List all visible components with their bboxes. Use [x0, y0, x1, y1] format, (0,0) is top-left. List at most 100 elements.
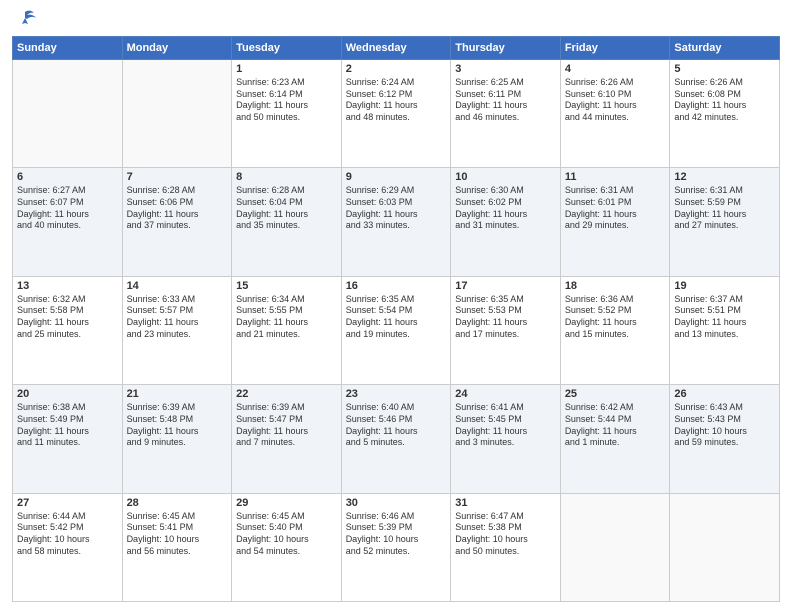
cell-line: Daylight: 11 hours [455, 317, 556, 329]
cell-line: Daylight: 11 hours [236, 100, 337, 112]
calendar-cell: 24Sunrise: 6:41 AMSunset: 5:45 PMDayligh… [451, 385, 561, 493]
cell-line: Sunrise: 6:23 AM [236, 77, 337, 89]
cell-line: and 27 minutes. [674, 220, 775, 232]
calendar-cell: 14Sunrise: 6:33 AMSunset: 5:57 PMDayligh… [122, 276, 232, 384]
cell-line: and 29 minutes. [565, 220, 666, 232]
day-number: 3 [455, 63, 556, 75]
calendar-cell: 29Sunrise: 6:45 AMSunset: 5:40 PMDayligh… [232, 493, 342, 601]
cell-line: Sunrise: 6:46 AM [346, 511, 447, 523]
cell-line: Sunrise: 6:28 AM [236, 185, 337, 197]
page: SundayMondayTuesdayWednesdayThursdayFrid… [0, 0, 792, 612]
cell-line: and 1 minute. [565, 437, 666, 449]
cell-line: Sunrise: 6:31 AM [674, 185, 775, 197]
cell-line: Sunrise: 6:45 AM [127, 511, 228, 523]
cell-line: Sunrise: 6:27 AM [17, 185, 118, 197]
cell-line: Sunset: 6:11 PM [455, 89, 556, 101]
cell-line: Sunset: 6:12 PM [346, 89, 447, 101]
day-number: 20 [17, 388, 118, 400]
cell-line: Sunset: 6:03 PM [346, 197, 447, 209]
cell-line: Sunset: 5:51 PM [674, 305, 775, 317]
cell-line: and 19 minutes. [346, 329, 447, 341]
cell-line: Sunrise: 6:28 AM [127, 185, 228, 197]
calendar-day-header: Wednesday [341, 37, 451, 60]
cell-line: Sunrise: 6:41 AM [455, 402, 556, 414]
day-number: 2 [346, 63, 447, 75]
calendar-day-header: Tuesday [232, 37, 342, 60]
cell-line: Sunset: 6:08 PM [674, 89, 775, 101]
day-number: 14 [127, 280, 228, 292]
cell-line: Sunrise: 6:39 AM [127, 402, 228, 414]
cell-line: Daylight: 11 hours [17, 426, 118, 438]
day-number: 1 [236, 63, 337, 75]
calendar-cell: 7Sunrise: 6:28 AMSunset: 6:06 PMDaylight… [122, 168, 232, 276]
cell-line: and 44 minutes. [565, 112, 666, 124]
cell-line: Daylight: 11 hours [346, 209, 447, 221]
day-number: 12 [674, 171, 775, 183]
calendar-cell: 6Sunrise: 6:27 AMSunset: 6:07 PMDaylight… [13, 168, 123, 276]
cell-line: and 50 minutes. [455, 546, 556, 558]
calendar-cell: 11Sunrise: 6:31 AMSunset: 6:01 PMDayligh… [560, 168, 670, 276]
cell-line: Sunset: 6:10 PM [565, 89, 666, 101]
day-number: 8 [236, 171, 337, 183]
cell-line: Daylight: 11 hours [455, 100, 556, 112]
day-number: 10 [455, 171, 556, 183]
cell-line: Sunrise: 6:30 AM [455, 185, 556, 197]
cell-line: Daylight: 11 hours [236, 317, 337, 329]
calendar-cell: 28 Sunrise: 6:45 AMSunset: 5:41 PMDayligh… [122, 493, 232, 601]
cell-line: and 5 minutes. [346, 437, 447, 449]
cell-line: Sunset: 5:59 PM [674, 197, 775, 209]
cell-line: and 42 minutes. [674, 112, 775, 124]
cell-line: Sunset: 5:46 PM [346, 414, 447, 426]
cell-line: and 54 minutes. [236, 546, 337, 558]
cell-line: Daylight: 10 hours [127, 534, 228, 546]
cell-line: Sunset: 5:38 PM [455, 522, 556, 534]
day-number: 28 [127, 497, 228, 509]
cell-line: Sunset: 6:06 PM [127, 197, 228, 209]
day-number: 16 [346, 280, 447, 292]
calendar-cell [122, 60, 232, 168]
day-number: 31 [455, 497, 556, 509]
cell-line: Daylight: 11 hours [346, 100, 447, 112]
calendar-day-header: Friday [560, 37, 670, 60]
cell-line: Sunrise: 6:26 AM [565, 77, 666, 89]
cell-line: Daylight: 11 hours [674, 317, 775, 329]
day-number: 22 [236, 388, 337, 400]
day-number: 4 [565, 63, 666, 75]
calendar-cell: 23Sunrise: 6:40 AMSunset: 5:46 PMDayligh… [341, 385, 451, 493]
cell-line: Daylight: 11 hours [17, 209, 118, 221]
day-number: 30 [346, 497, 447, 509]
day-number: 23 [346, 388, 447, 400]
calendar-day-header: Monday [122, 37, 232, 60]
day-number: 27 [17, 497, 118, 509]
calendar-cell: 8Sunrise: 6:28 AMSunset: 6:04 PMDaylight… [232, 168, 342, 276]
calendar-day-header: Thursday [451, 37, 561, 60]
cell-line: Sunrise: 6:43 AM [674, 402, 775, 414]
cell-line: Sunrise: 6:24 AM [346, 77, 447, 89]
cell-line: and 35 minutes. [236, 220, 337, 232]
calendar-cell: 27Sunrise: 6:44 AMSunset: 5:42 PMDayligh… [13, 493, 123, 601]
cell-line: Daylight: 11 hours [17, 317, 118, 329]
cell-line: Daylight: 11 hours [565, 317, 666, 329]
cell-line: Sunset: 5:41 PM [127, 522, 228, 534]
cell-line: and 40 minutes. [17, 220, 118, 232]
cell-line: Sunrise: 6:29 AM [346, 185, 447, 197]
calendar-week-row: 6Sunrise: 6:27 AMSunset: 6:07 PMDaylight… [13, 168, 780, 276]
cell-line: and 25 minutes. [17, 329, 118, 341]
calendar-cell: 22Sunrise: 6:39 AMSunset: 5:47 PMDayligh… [232, 385, 342, 493]
cell-line: and 46 minutes. [455, 112, 556, 124]
cell-line: Sunset: 5:45 PM [455, 414, 556, 426]
cell-line: Sunrise: 6:34 AM [236, 294, 337, 306]
calendar-cell: 20Sunrise: 6:38 AMSunset: 5:49 PMDayligh… [13, 385, 123, 493]
cell-line: and 31 minutes. [455, 220, 556, 232]
calendar-table: SundayMondayTuesdayWednesdayThursdayFrid… [12, 36, 780, 602]
calendar-cell: 30Sunrise: 6:46 AMSunset: 5:39 PMDayligh… [341, 493, 451, 601]
cell-line: and 59 minutes. [674, 437, 775, 449]
logo-bird-icon [14, 10, 36, 28]
cell-line: Sunrise: 6:39 AM [236, 402, 337, 414]
cell-line: Daylight: 10 hours [236, 534, 337, 546]
cell-line: Sunrise: 6:42 AM [565, 402, 666, 414]
calendar-cell: 4Sunrise: 6:26 AMSunset: 6:10 PMDaylight… [560, 60, 670, 168]
cell-line: Sunset: 5:47 PM [236, 414, 337, 426]
cell-line: Sunset: 6:07 PM [17, 197, 118, 209]
calendar-cell: 9Sunrise: 6:29 AMSunset: 6:03 PMDaylight… [341, 168, 451, 276]
